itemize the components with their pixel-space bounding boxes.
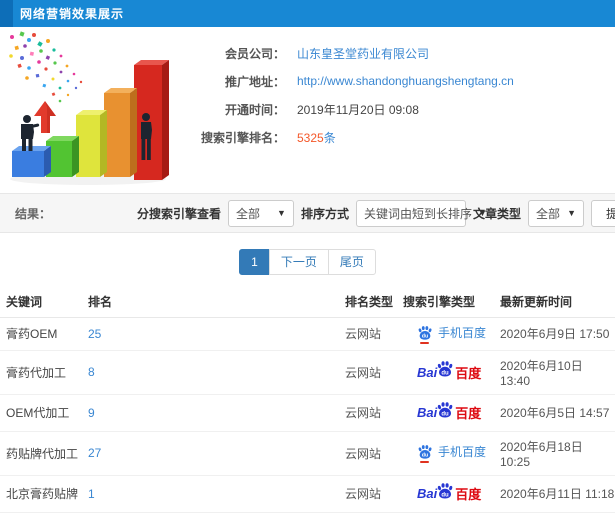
rank-type-cell: 云网站 [345, 512, 403, 520]
rank-link[interactable]: 8 [88, 365, 95, 379]
caret-down-icon: ▼ [567, 208, 576, 218]
updated-cell: 2020年6月5日 14:57 [500, 394, 615, 432]
rank-type-cell: 云网站 [345, 431, 403, 476]
filter-bar: 结果： 分搜索引擎查看 全部 ▼ 排序方式 关键词由短到长排序 ▼ 文章类型 全… [0, 193, 615, 233]
col-keyword: 关键词 [0, 285, 88, 318]
article-type-label: 文章类型 [472, 206, 521, 221]
article-type-select[interactable]: 全部 ▼ [527, 199, 584, 227]
promo-url-label: 推广地址： [224, 74, 285, 89]
baidu-name-text: 百度 [455, 487, 482, 502]
updated-cell: 2020年6月9日 17:50 [500, 317, 615, 351]
bar-orange [104, 88, 137, 177]
col-rank-type: 排名类型 [345, 285, 403, 318]
baidu-paw-icon [436, 482, 454, 500]
bar-red [134, 60, 169, 180]
table-row: 枣庄膏药加工 1,4,6 云网站 手机百度 2020年6月18日 10:19 [0, 512, 615, 520]
up-arrow-icon [34, 101, 56, 133]
company-link[interactable]: 山东皇圣堂药业有限公司 [297, 47, 429, 61]
rank-link[interactable]: 9 [88, 406, 95, 420]
submit-button[interactable]: 提交 [590, 199, 615, 227]
baidu-bai-text: Bai [417, 364, 438, 380]
keyword-cell: 北京膏药贴牌 [0, 475, 88, 513]
article-type-value: 全部 [535, 206, 560, 221]
rank-link[interactable]: 27 [88, 446, 101, 460]
company-label: 会员公司： [224, 46, 285, 61]
rank-link[interactable]: 25 [88, 327, 101, 341]
baidu-paw-icon [436, 360, 454, 378]
table-header-row: 关键词 排名 排名类型 搜索引擎类型 最新更新时间 [0, 285, 615, 318]
ranking-count-unit: 条 [323, 130, 336, 145]
confetti-dots [9, 31, 83, 103]
baidu-name-text: 百度 [455, 365, 482, 381]
keyword-cell: OEM代加工 [0, 394, 88, 432]
rank-type-cell: 云网站 [345, 350, 403, 395]
col-rank: 排名 [88, 285, 345, 318]
col-engine-type: 搜索引擎类型 [403, 285, 500, 318]
engine-filter-value: 全部 [235, 206, 260, 221]
account-info: 会员公司： 山东皇圣堂药业有限公司 推广地址： http://www.shand… [190, 27, 615, 190]
ranking-count-value: 5325 [297, 130, 324, 145]
baidu-paw-icon [436, 401, 454, 419]
result-label: 结果： [15, 206, 52, 221]
field-promo-url: 推广地址： http://www.shandonghuangshengtang.… [190, 67, 615, 95]
keyword-cell: 药贴牌代加工 [0, 431, 88, 476]
app-header: 网络营销效果展示 [0, 0, 615, 27]
bar-yellow [76, 110, 107, 177]
last-page-button[interactable]: 尾页 [327, 249, 376, 275]
col-updated: 最新更新时间 [500, 285, 615, 318]
baidu-logo: Bai 百度 [417, 360, 481, 384]
keyword-cell: 膏药代加工 [0, 350, 88, 395]
baidu-name-text: 百度 [455, 406, 482, 421]
ranking-count-label: 搜索引擎排名： [200, 130, 285, 145]
field-company: 会员公司： 山东皇圣堂药业有限公司 [190, 39, 615, 67]
open-time-value: 2019年11月20日 09:08 [297, 102, 419, 117]
rank-type-cell: 云网站 [345, 394, 403, 432]
promo-url-link[interactable]: http://www.shandonghuangshengtang.cn [297, 74, 514, 88]
next-page-button[interactable]: 下一页 [268, 249, 329, 275]
keyword-cell: 枣庄膏药加工 [0, 512, 88, 520]
keyword-cell: 膏药OEM [0, 317, 88, 351]
table-row: 北京膏药贴牌 1 云网站 Bai 百度 2020年6月11日 11:18 [0, 475, 615, 513]
rank-type-cell: 云网站 [345, 475, 403, 513]
bar-chart-illustration [9, 31, 169, 185]
page-1-button[interactable]: 1 [239, 249, 270, 275]
rank-link[interactable]: 1 [88, 487, 95, 501]
baidu-paw-icon [417, 325, 433, 341]
account-summary-section: 会员公司： 山东皇圣堂药业有限公司 推广地址： http://www.shand… [0, 27, 615, 190]
updated-cell: 2020年6月11日 11:18 [500, 475, 615, 513]
mobile-baidu-badge: 手机百度 [417, 324, 487, 344]
caret-down-icon: ▼ [277, 208, 286, 218]
businessman-left [21, 115, 40, 151]
mobile-baidu-label: 手机百度 [438, 445, 487, 460]
field-open-time: 开通时间： 2019年11月20日 09:08 [190, 95, 615, 123]
baidu-logo: Bai 百度 [417, 401, 481, 425]
sort-label: 排序方式 [300, 206, 349, 221]
baidu-bai-text: Bai [417, 405, 438, 420]
pagination: 1 下一页 尾页 [0, 249, 615, 275]
open-time-label: 开通时间： [224, 102, 285, 117]
baidu-bai-text: Bai [417, 486, 438, 501]
updated-cell: 2020年6月10日 13:40 [500, 350, 615, 395]
updated-cell: 2020年6月18日 10:19 [500, 512, 615, 520]
rank-type-cell: 云网站 [345, 317, 403, 351]
updated-cell: 2020年6月18日 10:25 [500, 431, 615, 476]
sort-select[interactable]: 关键词由短到长排序 ▼ [355, 199, 487, 227]
table-row: 膏药代加工 8 云网站 Bai 百度 2020年6月10日 13:40 [0, 350, 615, 395]
baidu-logo: Bai 百度 [417, 482, 481, 506]
engine-filter-select[interactable]: 全部 ▼ [227, 199, 294, 227]
results-table: 关键词 排名 排名类型 搜索引擎类型 最新更新时间 膏药OEM 25 云网站 手… [0, 285, 615, 520]
mobile-baidu-label: 手机百度 [438, 326, 487, 340]
app-window: 网络营销效果展示 会员公司： 山东皇圣堂药业有限公司 推广地址： http://… [0, 0, 615, 520]
field-ranking-count: 搜索引擎排名： 5325条 [190, 123, 615, 151]
engine-filter-label: 分搜索引擎查看 [136, 206, 221, 221]
table-row: OEM代加工 9 云网站 Bai 百度 2020年6月5日 14:57 [0, 394, 615, 432]
filter-controls: 分搜索引擎查看 全部 ▼ 排序方式 关键词由短到长排序 ▼ 文章类型 全部 ▼ … [137, 194, 615, 232]
baidu-paw-icon [417, 444, 433, 460]
sort-value: 关键词由短到长排序 [363, 206, 472, 221]
table-row: 药贴牌代加工 27 云网站 手机百度 2020年6月18日 10:25 [0, 431, 615, 476]
table-row: 膏药OEM 25 云网站 手机百度 2020年6月9日 17:50 [0, 317, 615, 351]
mobile-baidu-badge: 手机百度 [417, 443, 487, 463]
page-title: 网络营销效果展示 [20, 7, 125, 21]
